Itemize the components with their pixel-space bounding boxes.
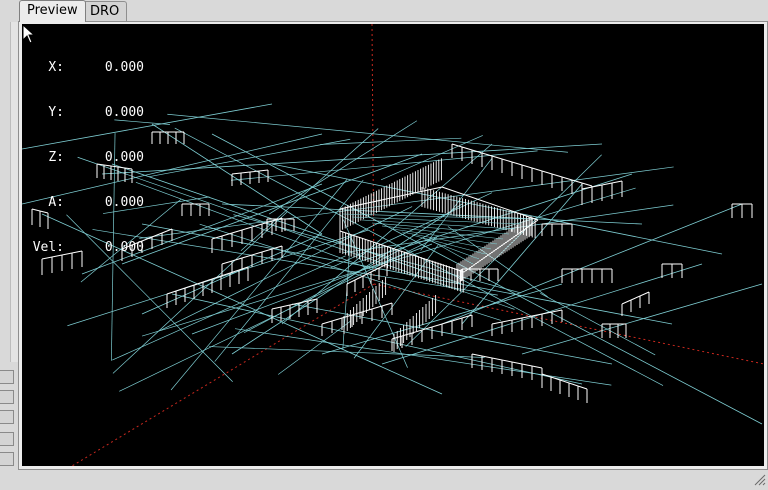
traverse-move	[342, 219, 408, 368]
feed-move	[321, 320, 333, 325]
feed-move	[511, 317, 523, 321]
dro-row-z: Z: 0.000	[26, 150, 144, 165]
feed-move	[431, 323, 443, 328]
feed-move	[611, 180, 623, 184]
left-panel-edge	[0, 0, 19, 490]
feed-move	[521, 164, 533, 169]
feed-move	[231, 229, 243, 234]
feed-move	[371, 305, 383, 310]
feed-move	[161, 228, 173, 234]
feed-move	[381, 302, 393, 307]
tab-dro[interactable]: DRO	[82, 1, 128, 21]
feed-move	[639, 291, 650, 297]
dro-value: 0.000	[104, 195, 144, 210]
feed-move	[491, 155, 503, 160]
feed-move	[151, 232, 163, 238]
feed-move	[621, 299, 632, 305]
dro-label: Y:	[48, 105, 64, 120]
feed-move	[231, 172, 242, 175]
feed-move	[551, 173, 563, 178]
feed-move	[501, 359, 513, 363]
dro-value: 0.000	[104, 150, 144, 165]
traverse-move	[330, 192, 493, 269]
feed-move	[501, 158, 513, 163]
feed-move	[184, 284, 195, 289]
feed-move	[271, 306, 282, 310]
feed-move	[461, 146, 473, 151]
traverse-move	[139, 166, 674, 239]
feed-move	[581, 182, 593, 187]
feed-move	[331, 317, 343, 322]
feed-move	[280, 304, 291, 308]
y-axis-line	[373, 283, 764, 365]
side-button-1[interactable]	[0, 370, 14, 384]
feed-move	[221, 232, 233, 237]
traverse-move	[540, 292, 656, 356]
feed-move	[521, 363, 533, 367]
feed-move	[511, 361, 523, 365]
feed-move	[531, 365, 543, 369]
dro-row-a: A: 0.000	[26, 195, 144, 210]
dro-label: Z:	[48, 150, 64, 165]
dro-value: 0.000	[104, 60, 144, 75]
feed-move	[541, 170, 553, 175]
side-button-2[interactable]	[0, 390, 14, 404]
dro-row-y: Y: 0.000	[26, 105, 144, 120]
traverse-move	[291, 303, 613, 365]
traverse-move	[209, 346, 485, 358]
feed-move	[561, 176, 573, 181]
feed-move	[241, 254, 253, 259]
traverse-move	[521, 283, 763, 355]
feed-move	[258, 169, 269, 172]
x-axis-line	[71, 283, 375, 466]
dro-row-vel: Vel: 0.000	[26, 240, 144, 255]
feed-move	[577, 385, 588, 390]
mouse-pointer-icon	[22, 24, 36, 44]
resize-grip-icon[interactable]	[754, 474, 766, 486]
feed-move	[501, 319, 513, 323]
side-button-3[interactable]	[0, 410, 14, 424]
traverse-move	[167, 113, 568, 153]
feed-move	[511, 161, 523, 166]
dro-label: Vel:	[32, 240, 64, 255]
feed-move	[251, 251, 263, 256]
feed-move	[221, 260, 233, 265]
feed-move	[166, 290, 177, 295]
preview-3d-viewport[interactable]: X: 0.000 Y: 0.000 Z: 0.000 A: 0.000 Vel: 0.00…	[22, 24, 764, 466]
feed-move	[261, 248, 273, 253]
traverse-move	[401, 231, 492, 250]
feed-move	[471, 353, 483, 357]
traverse-move	[111, 163, 463, 285]
dro-label: X:	[48, 60, 64, 75]
feed-move	[531, 167, 543, 172]
dro-row-x: X: 0.000	[26, 60, 144, 75]
dro-value: 0.000	[104, 105, 144, 120]
feed-move	[630, 295, 641, 301]
tab-bar: Preview DRO	[18, 0, 768, 22]
dro-overlay: X: 0.000 Y: 0.000 Z: 0.000 A: 0.000 Vel: 0.00…	[26, 30, 144, 285]
side-button-4[interactable]	[0, 432, 14, 446]
feed-move	[240, 171, 251, 174]
traverse-move	[119, 237, 438, 392]
feed-move	[441, 320, 453, 325]
traverse-move	[160, 206, 413, 331]
feed-move	[175, 287, 186, 292]
feed-move	[491, 357, 503, 361]
feed-move	[568, 382, 579, 387]
side-button-5[interactable]	[0, 452, 14, 466]
dro-label: A:	[48, 195, 64, 210]
feed-move	[491, 321, 503, 325]
dro-value: 0.000	[104, 240, 144, 255]
traverse-move	[320, 137, 462, 145]
feed-move	[241, 226, 253, 231]
tab-preview[interactable]: Preview	[19, 0, 86, 22]
traverse-move	[148, 138, 351, 178]
traverse-move	[234, 328, 612, 386]
